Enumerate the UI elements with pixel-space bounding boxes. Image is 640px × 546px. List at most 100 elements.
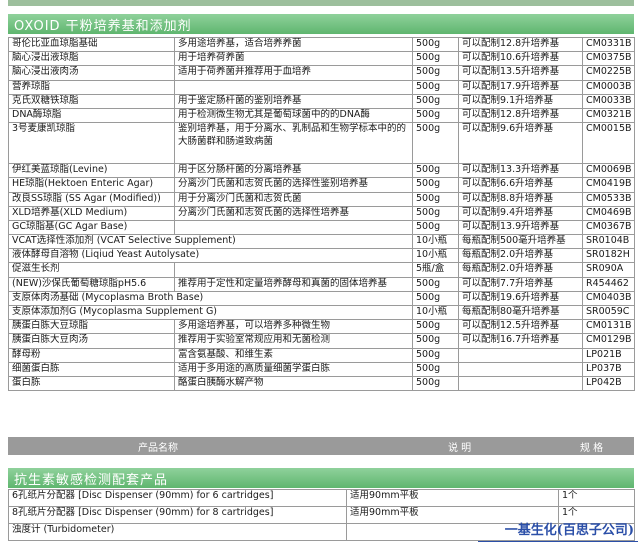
product-code: SR0104B (582, 234, 635, 250)
pack-size: 500g (412, 290, 459, 307)
product-code: CM0129B (582, 333, 635, 349)
pack-size: 10小瓶 (412, 304, 459, 321)
table-row: 胰蛋白胨大豆琼脂 多用途培养基，可以培养多种微生物 500g 可以配制12.5升培养基… (8, 319, 635, 335)
table-row: XLD培养基(XLD Medium) 分离沙门氏菌和志贺氏菌的选择性培养基 500g… (8, 205, 635, 221)
product-name: 8孔纸片分配器 [Disc Dispenser (90mm) for 8 car… (8, 506, 347, 524)
product-code: CM0469B (582, 205, 635, 221)
pack-size: 500g (412, 51, 459, 67)
table-row: 营养琼脂 500g 可以配制17.9升培养基 CM0003B (8, 79, 635, 95)
pack-size: 10小瓶 (412, 234, 459, 250)
yield-info: 可以配制8.8升培养基 (458, 191, 583, 207)
header-spec: 规 格 (580, 442, 604, 454)
pack-size: 500g (412, 36, 459, 53)
yield-info: 可以配制10.6升培养基 (458, 51, 583, 67)
product-name: 哥伦比亚血琼脂基础 (8, 36, 175, 53)
product-code: CM0225B (582, 65, 635, 81)
yield-info: 可以配制13.3升培养基 (458, 163, 583, 179)
yield-info: 可以配制9.6升培养基 (458, 122, 583, 165)
yield-info: 可以配制19.6升培养基 (458, 290, 583, 307)
product-name: 浊度计 (Turbidometer) (8, 523, 347, 541)
product-code: CM0069B (582, 163, 635, 179)
table-row: 脑心浸出液琼脂 用于培养荷养菌 500g 可以配制10.6升培养基 CM0375B (8, 51, 635, 67)
product-use (174, 79, 413, 95)
product-use: 适用于多用途的高质量细菌学蛋白胨 (174, 361, 413, 377)
product-name: 支原体肉汤基础 (Mycoplasma Broth Base) (8, 290, 413, 307)
product-code: CM0375B (582, 51, 635, 67)
yield-info: 可以配制6.6升培养基 (458, 177, 583, 193)
product-use: 用于检测微生物尤其是葡萄球菌中的的DNA酶 (174, 107, 413, 124)
yield-info: 可以配制12.8升培养基 (458, 36, 583, 53)
yield-info: 可以配制9.4升培养基 (458, 205, 583, 221)
product-name: GC琼脂基(GC Agar Base) (8, 219, 175, 236)
table-row: 蛋白胨 酪蛋白胰酶水解产物 500g LP042B (8, 375, 635, 392)
product-use: 多用途培养基，可以培养多种微生物 (174, 319, 413, 335)
pack-size: 500g (412, 333, 459, 349)
pack-size: 500g (412, 361, 459, 377)
section-title-antibiotic: 抗生素敏感检测配套产品 (8, 468, 634, 488)
table-row: 液体酵母自溶物 (Liqiud Yeast Autolysate) 10小瓶 每瓶配… (8, 248, 635, 264)
pack-size: 500g (412, 122, 459, 165)
product-use (174, 219, 413, 236)
product-use: 鉴别培养基，用于分离水、乳制品和生物学标本中的的大肠菌群和肠道致病菌 (174, 122, 413, 165)
yield-info: 可以配制17.9升培养基 (458, 79, 583, 95)
yield-info (458, 347, 583, 363)
top-strip (8, 0, 634, 6)
product-name: 脑心浸出液肉汤 (8, 65, 175, 81)
product-name: 胰蛋白胨大豆肉汤 (8, 333, 175, 349)
product-name: 蛋白胨 (8, 375, 175, 392)
product-code: SR0182H (582, 248, 635, 264)
yield-info: 可以配制13.5升培养基 (458, 65, 583, 81)
table-row: 克氏双糖铁琼脂 用于鉴定肠杆菌的鉴别培养基 500g 可以配制9.1升培养基 CM003… (8, 93, 635, 109)
product-code: SR090A (582, 262, 635, 278)
section-title-media: OXOID 干粉培养基和添加剂 (8, 14, 634, 34)
product-code: CM0403B (582, 290, 635, 307)
product-use: 用于培养荷养菌 (174, 51, 413, 67)
yield-info: 每瓶配制2.0升培养基 (458, 262, 583, 278)
product-code: CM0533B (582, 191, 635, 207)
yield-info: 可以配制13.9升培养基 (458, 219, 583, 236)
product-code: CM0003B (582, 79, 635, 95)
product-name: HE琼脂(Hektoen Enteric Agar) (8, 177, 175, 193)
product-code: CM0419B (582, 177, 635, 193)
yield-info: 每瓶配制2.0升培养基 (458, 248, 583, 264)
product-name: 支原体添加剂G (Mycoplasma Supplement G) (8, 304, 413, 321)
product-name: DNA酶琼脂 (8, 107, 175, 124)
product-code: CM0331B (582, 36, 635, 53)
product-code: LP042B (582, 375, 635, 392)
yield-info: 可以配制12.5升培养基 (458, 319, 583, 335)
product-use (174, 262, 413, 278)
product-name: 营养琼脂 (8, 79, 175, 95)
table-row: HE琼脂(Hektoen Enteric Agar) 分离沙门氏菌和志贺氏菌的选择… (8, 177, 635, 193)
yield-info: 每瓶配制80毫升培养基 (458, 304, 583, 321)
yield-info (458, 361, 583, 377)
table-row: 胰蛋白胨大豆肉汤 推荐用于实验室常规应用和无菌检测 500g 可以配制16.7升培养基… (8, 333, 635, 349)
table-row: 支原体添加剂G (Mycoplasma Supplement G) 10小瓶 每瓶配… (8, 304, 635, 321)
pack-size: 5瓶/盒 (412, 262, 459, 278)
table-row: 促滋生长剂 5瓶/盒 每瓶配制2.0升培养基 SR090A (8, 262, 635, 278)
table-row: (NEW)沙保氏葡萄糖琼脂pH5.6 推荐用于定性和定量培养酵母和真菌的固体培养基… (8, 276, 635, 292)
product-use: 分离沙门氏菌和志贺氏菌的选择性培养基 (174, 205, 413, 221)
pack-size: 10小瓶 (412, 248, 459, 264)
table-row: 细菌蛋白胨 适用于多用途的高质量细菌学蛋白胨 500g LP037B (8, 361, 635, 377)
pack-size: 500g (412, 107, 459, 124)
product-name: 伊红美蓝琼脂(Levine) (8, 163, 175, 179)
pack-size: 500g (412, 205, 459, 221)
product-code: CM0015B (582, 122, 635, 165)
product-code: CM0321B (582, 107, 635, 124)
product-use: 推荐用于定性和定量培养酵母和真菌的固体培养基 (174, 276, 413, 292)
pack-size: 500g (412, 375, 459, 392)
product-name: 促滋生长剂 (8, 262, 175, 278)
product-use: 用于分离沙门氏菌和志贺氏菌 (174, 191, 413, 207)
pack-size: 500g (412, 347, 459, 363)
header-desc: 说 明 (448, 442, 472, 454)
brand-label: 一基生化(百思子公司) (504, 523, 634, 538)
product-name: 液体酵母自溶物 (Liqiud Yeast Autolysate) (8, 248, 413, 264)
product-use: 酪蛋白胰酶水解产物 (174, 375, 413, 392)
pack-size: 500g (412, 65, 459, 81)
table-row: 3号麦康凯琼脂 鉴别培养基，用于分离水、乳制品和生物学标本中的的大肠菌群和肠道致病… (8, 122, 635, 165)
pack-size: 500g (412, 219, 459, 236)
pack-size: 500g (412, 177, 459, 193)
table-row: 伊红美蓝琼脂(Levine) 用于区分肠杆菌的分离培养基 500g 可以配制13.3升… (8, 163, 635, 179)
product-use: 适用于荷养菌并推荐用于血培养 (174, 65, 413, 81)
yield-info: 可以配制12.8升培养基 (458, 107, 583, 124)
